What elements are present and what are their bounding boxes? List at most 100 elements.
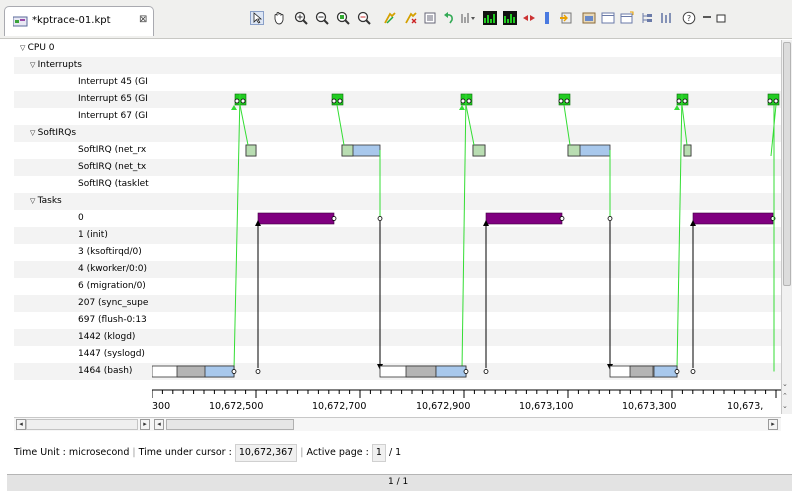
- event-point: [331, 98, 337, 104]
- tree-row[interactable]: 1442 (klogd): [14, 329, 152, 346]
- tree-row[interactable]: ▽ SoftIRQs: [14, 125, 152, 142]
- tree-row[interactable]: 207 (sync_supe: [14, 295, 152, 312]
- softirq-segment: [567, 144, 581, 157]
- tree-row[interactable]: ▽ CPU 0: [14, 40, 152, 57]
- tree-row[interactable]: SoftIRQ (net_tx: [14, 159, 152, 176]
- tree-row[interactable]: 3 (ksoftirqd/0): [14, 244, 152, 261]
- softirq-segment: [472, 144, 486, 157]
- event-point: [240, 98, 246, 104]
- timeline-svg: [152, 57, 781, 380]
- tree-icon[interactable]: [638, 9, 656, 27]
- tree-row[interactable]: 1 (init): [14, 227, 152, 244]
- zoom-out-icon[interactable]: [313, 9, 331, 27]
- scroll-right-icon[interactable]: ▸: [140, 419, 150, 430]
- scroll-right-icon[interactable]: ▸: [768, 419, 778, 430]
- trace-chart[interactable]: [152, 40, 781, 389]
- list-icon[interactable]: [421, 9, 439, 27]
- editor-tab[interactable]: *kptrace-01.kpt ⊠: [4, 6, 154, 36]
- tree-row[interactable]: 1464 (bash): [14, 363, 152, 380]
- close-icon[interactable]: ⊠: [139, 14, 147, 25]
- chevron-down-icon[interactable]: ⌄: [782, 402, 788, 410]
- columns-icon[interactable]: [657, 9, 675, 27]
- event-point: [690, 369, 696, 374]
- event-point: [682, 98, 688, 104]
- axis-tick-label: 10,673,: [727, 401, 764, 412]
- tree-row-label: SoftIRQ (tasklet: [78, 179, 149, 189]
- active-page-label: Active page :: [306, 447, 369, 458]
- vertical-scroll-thumb[interactable]: [783, 42, 791, 286]
- tree-row[interactable]: 4 (kworker/0:0): [14, 261, 152, 278]
- row-stripe: [152, 57, 781, 74]
- arrows-icon[interactable]: [520, 9, 538, 27]
- chevron-down-icon[interactable]: ⌄: [782, 380, 788, 388]
- tree-row-label: Interrupts: [37, 60, 82, 70]
- event-point: [607, 216, 613, 221]
- tree-row[interactable]: Interrupt 65 (GI: [14, 91, 152, 108]
- axis-tick-label: 10,673,100: [519, 401, 574, 412]
- tree-row[interactable]: ▽ Tasks: [14, 193, 152, 210]
- status-line: Time Unit : microsecond | Time under cur…: [14, 442, 792, 464]
- chevron-up-icon[interactable]: ⌃: [782, 392, 788, 400]
- tree-row[interactable]: Interrupt 45 (GI: [14, 74, 152, 91]
- event-point: [231, 369, 237, 374]
- svg-text:?: ?: [687, 14, 691, 23]
- vertical-scrollbar[interactable]: ⌄ ⌃ ⌄: [781, 40, 792, 414]
- event-point: [337, 98, 343, 104]
- zoom-in-icon[interactable]: [292, 9, 310, 27]
- scroll-left-icon[interactable]: ◂: [16, 419, 26, 430]
- tree-row-label: 1 (init): [78, 230, 108, 240]
- tree-row[interactable]: ▽ Interrupts: [14, 57, 152, 74]
- tree-row[interactable]: SoftIRQ (tasklet: [14, 176, 152, 193]
- tree-row-label: Interrupt 67 (GI: [78, 111, 148, 121]
- axis-tick-label: 10,672,500: [209, 401, 264, 412]
- zoom-fit-icon[interactable]: [334, 9, 352, 27]
- markers-icon[interactable]: [459, 9, 477, 27]
- help-icon[interactable]: ?: [680, 9, 698, 27]
- row-stripe: [152, 159, 781, 176]
- bar-chart-alt-icon[interactable]: [501, 9, 519, 27]
- tree-row-label: 207 (sync_supe: [78, 298, 149, 308]
- tree-row[interactable]: 0: [14, 210, 152, 227]
- chart-horizontal-scrollbar[interactable]: ◂ ▸: [152, 417, 781, 431]
- expand-toggle-icon[interactable]: ▽: [20, 44, 28, 52]
- cursor-bar-icon[interactable]: [538, 9, 556, 27]
- select-icon[interactable]: [248, 9, 266, 27]
- tree-scroll-thumb[interactable]: [26, 419, 138, 430]
- filter-icon[interactable]: [381, 9, 399, 27]
- bar-chart-icon[interactable]: [481, 9, 499, 27]
- maximize-icon[interactable]: [712, 9, 730, 27]
- event-point: [463, 369, 469, 374]
- tree-row[interactable]: 697 (flush-0:13: [14, 312, 152, 329]
- time-axis: 300 10,672,500 10,672,700 10,672,900 10,673,…: [151, 389, 787, 417]
- tree-row-label: SoftIRQs: [37, 128, 77, 138]
- axis-tick-label: 10,672,900: [416, 401, 471, 412]
- tree-row[interactable]: SoftIRQ (net_rx: [14, 142, 152, 159]
- axis-tick-label: 10,672,700: [312, 401, 367, 412]
- active-page-input[interactable]: 1: [371, 444, 386, 462]
- tree-row[interactable]: 1447 (syslogd): [14, 346, 152, 363]
- event-point: [767, 98, 773, 104]
- filter-clear-icon[interactable]: [402, 9, 420, 27]
- time-unit-label: Time Unit : microsecond: [14, 447, 130, 458]
- window-icon[interactable]: [599, 9, 617, 27]
- expand-toggle-icon[interactable]: ▽: [30, 129, 38, 137]
- expand-toggle-icon[interactable]: ▽: [30, 61, 38, 69]
- time-under-cursor-label: Time under cursor :: [138, 447, 232, 458]
- tree-row[interactable]: 6 (migration/0): [14, 278, 152, 295]
- softirq-segment: [245, 144, 257, 157]
- expand-toggle-icon[interactable]: ▽: [30, 197, 38, 205]
- zoom-range-icon[interactable]: [355, 9, 373, 27]
- hand-icon[interactable]: [270, 9, 288, 27]
- scroll-left-icon[interactable]: ◂: [154, 419, 164, 430]
- layout-icon[interactable]: [618, 9, 636, 27]
- event-point: [773, 98, 779, 104]
- undo-icon[interactable]: [440, 9, 458, 27]
- tree-row-label: SoftIRQ (net_tx: [78, 162, 147, 172]
- chart-scroll-thumb[interactable]: [166, 419, 294, 430]
- tree-row-label: 4 (kworker/0:0): [78, 264, 148, 274]
- bash-segment: [405, 365, 437, 378]
- tree-horizontal-scrollbar[interactable]: ◂ ▸: [14, 417, 152, 431]
- export-icon[interactable]: [557, 9, 575, 27]
- settings-icon[interactable]: [580, 9, 598, 27]
- tree-row[interactable]: Interrupt 67 (GI: [14, 108, 152, 125]
